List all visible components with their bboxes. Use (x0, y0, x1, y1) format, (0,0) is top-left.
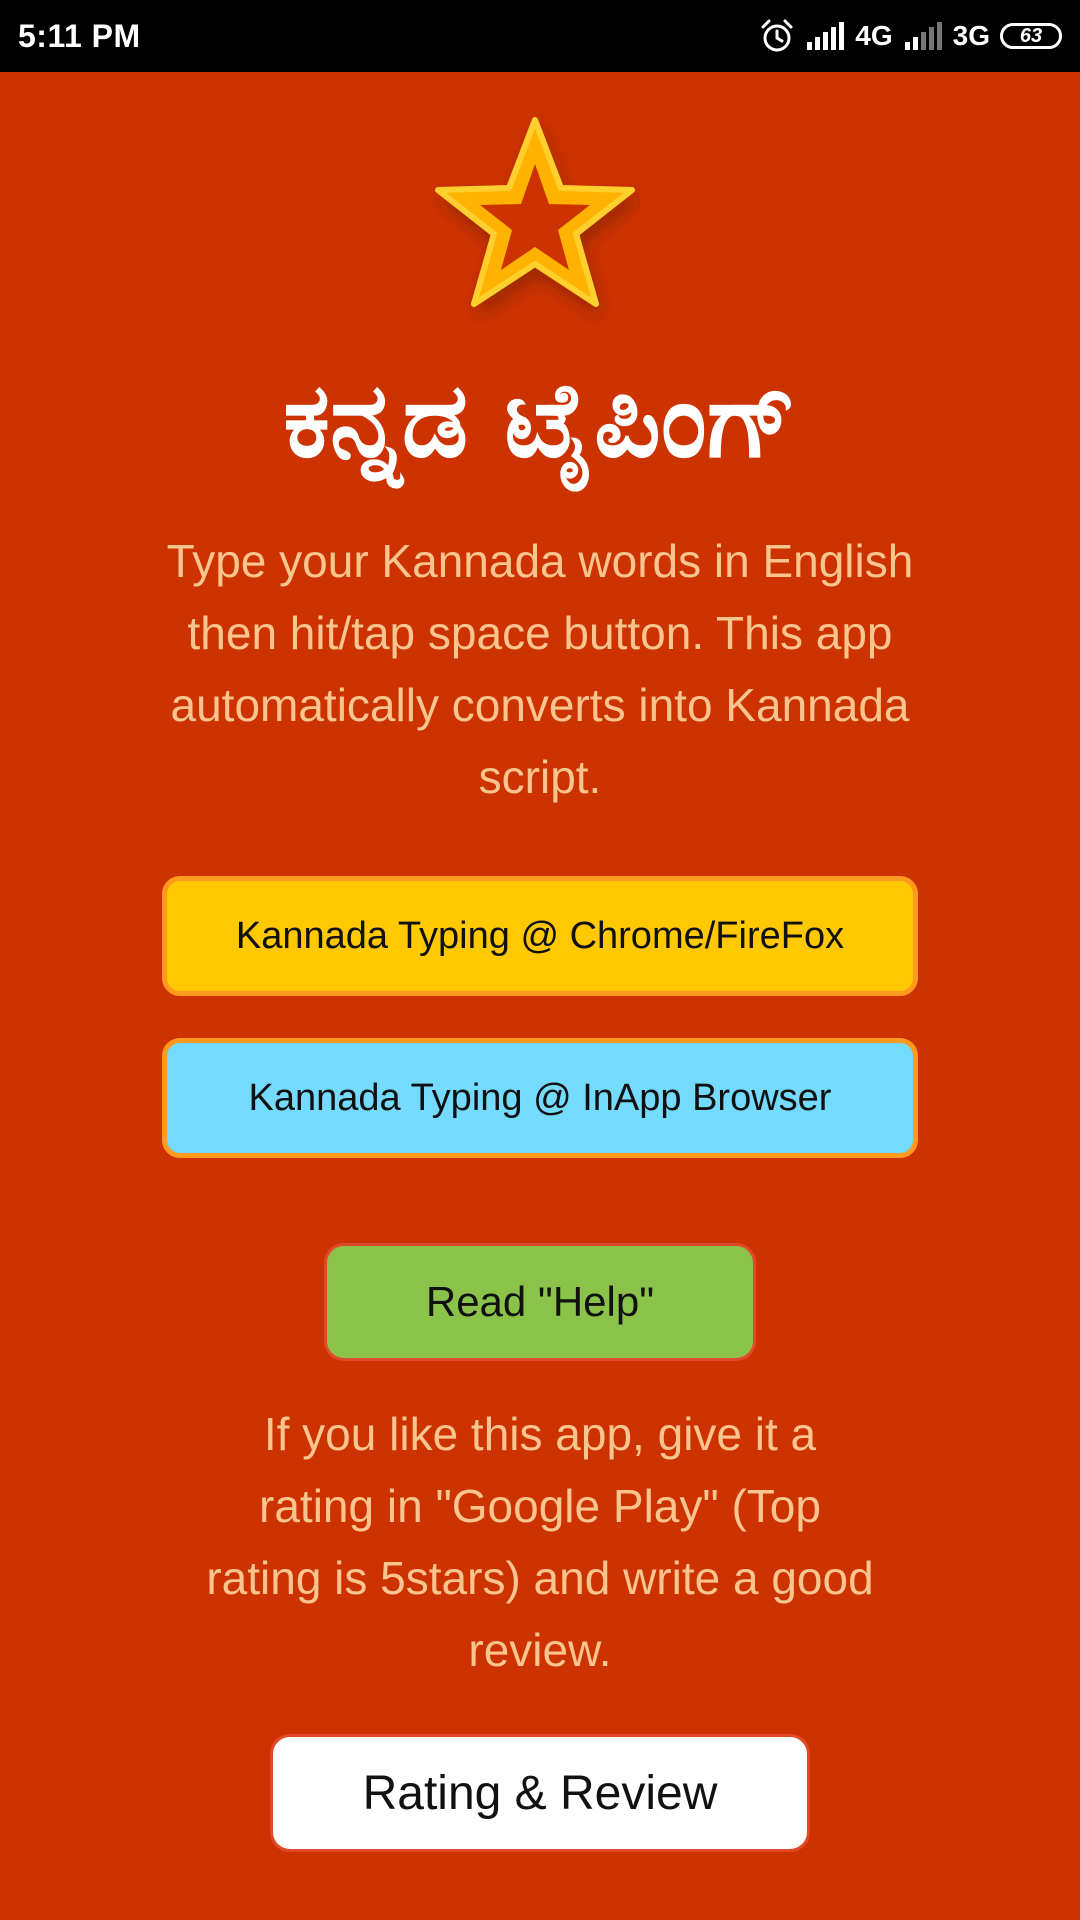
help-button[interactable]: Read "Help" (324, 1243, 756, 1361)
rating-prompt: If you like this app, give it a rating i… (206, 1408, 874, 1676)
status-icons: 4G 3G 63 (759, 18, 1062, 54)
network-type-1: 4G (855, 20, 893, 51)
signal-icon (903, 22, 943, 50)
alarm-icon (759, 18, 795, 54)
star-icon (430, 112, 640, 332)
battery-level: 63 (1000, 23, 1062, 49)
network-type-2: 3G (952, 20, 990, 51)
chrome-firefox-button[interactable]: Kannada Typing @ Chrome/FireFox (162, 876, 918, 996)
status-bar: 5:11 PM 4G 3G 63 (0, 0, 1080, 72)
battery-icon: 63 (1000, 23, 1062, 49)
status-time: 5:11 PM (18, 17, 141, 54)
signal-icon (805, 22, 845, 50)
inapp-browser-button[interactable]: Kannada Typing @ InApp Browser (162, 1038, 918, 1158)
app-description: Type your Kannada words in English then … (166, 535, 914, 803)
app-title: ಕನ್ನಡ ಟೈಪಿಂಗ್ (283, 359, 797, 481)
rating-review-button[interactable]: Rating & Review (270, 1734, 810, 1852)
